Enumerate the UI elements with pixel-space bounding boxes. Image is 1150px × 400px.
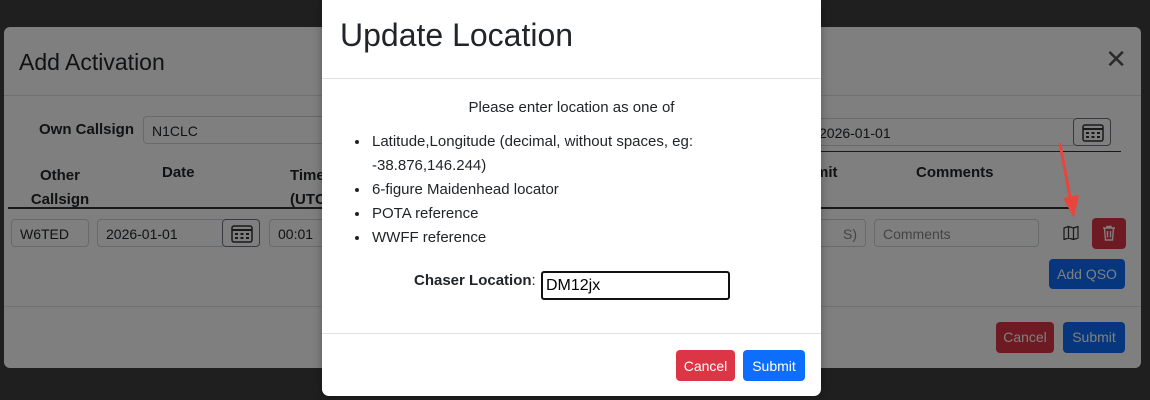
list-item: WWFF reference	[370, 226, 730, 250]
list-item: 6-figure Maidenhead locator	[370, 178, 730, 202]
chaser-location-label: Chaser Location	[414, 272, 532, 289]
dialog-footer-divider	[322, 333, 821, 334]
location-format-list: Latitude,Longitude (decimal, without spa…	[352, 130, 730, 250]
update-location-dialog: Update Location Please enter location as…	[322, 0, 821, 396]
chaser-colon: :	[531, 272, 536, 289]
dialog-intro: Please enter location as one of	[468, 99, 675, 116]
cancel-button[interactable]: Cancel	[676, 350, 735, 381]
submit-button[interactable]: Submit	[743, 350, 805, 381]
dialog-header: Update Location	[322, 0, 821, 79]
list-item: Latitude,Longitude (decimal, without spa…	[370, 130, 730, 178]
list-item: POTA reference	[370, 202, 730, 226]
chaser-location-input[interactable]	[541, 271, 730, 300]
chaser-location-row: Chaser Location:	[414, 272, 536, 289]
dialog-title: Update Location	[340, 17, 574, 53]
annotation-arrow	[1058, 142, 1079, 218]
